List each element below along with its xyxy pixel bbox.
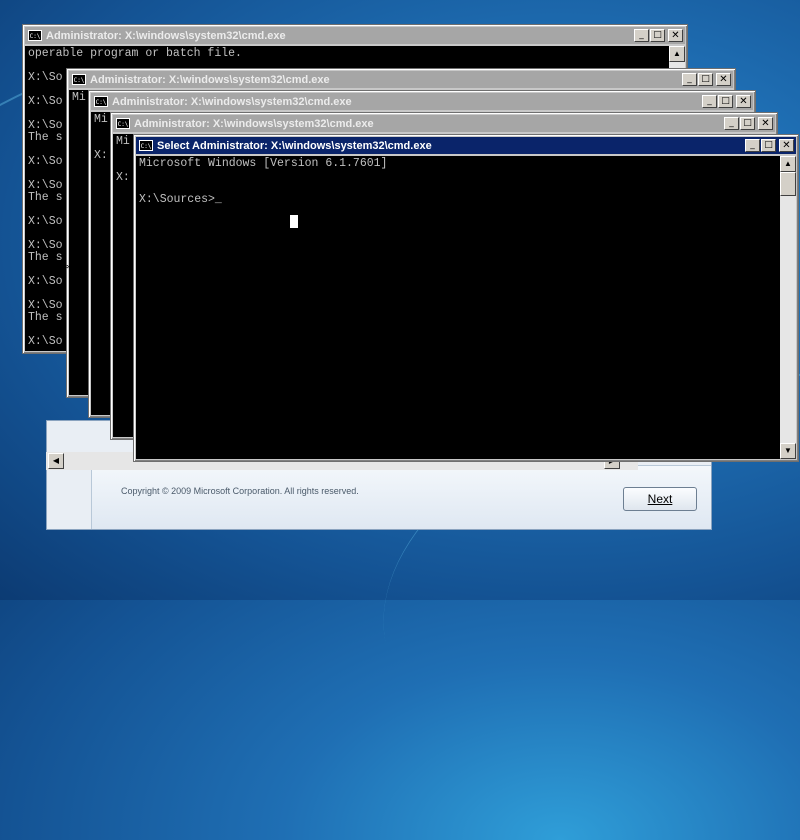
title-bar[interactable]: C:\ Administrator: X:\windows\system32\c…: [69, 71, 733, 88]
window-title: Administrator: X:\windows\system32\cmd.e…: [46, 29, 286, 42]
console-output[interactable]: Microsoft Windows [Version 6.1.7601] X:\…: [136, 156, 780, 459]
resize-horizontal-cursor-icon: ⇔: [58, 257, 72, 273]
maximize-icon[interactable]: □: [698, 73, 713, 86]
close-icon[interactable]: ✕: [779, 139, 794, 152]
scroll-up-arrow-icon[interactable]: ▲: [669, 46, 685, 62]
next-button-label: Next: [647, 492, 673, 506]
minimize-icon[interactable]: _: [702, 95, 717, 108]
close-icon[interactable]: ✕: [668, 29, 683, 42]
title-bar[interactable]: C:\ Administrator: X:\windows\system32\c…: [25, 27, 685, 44]
maximize-icon[interactable]: □: [761, 139, 776, 152]
cmd-window-icon: C:\: [139, 140, 153, 151]
title-bar[interactable]: C:\ Administrator: X:\windows\system32\c…: [91, 93, 753, 110]
close-icon[interactable]: ✕: [716, 73, 731, 86]
maximize-icon[interactable]: □: [740, 117, 755, 130]
cmd-window-active[interactable]: C:\ Select Administrator: X:\windows\sys…: [133, 134, 799, 462]
next-button[interactable]: Next: [623, 487, 697, 511]
scroll-down-arrow-icon[interactable]: ▼: [780, 443, 796, 459]
vertical-scrollbar[interactable]: ▲ ▼: [780, 156, 796, 459]
window-title: Administrator: X:\windows\system32\cmd.e…: [112, 95, 352, 108]
title-bar[interactable]: C:\ Administrator: X:\windows\system32\c…: [113, 115, 775, 132]
minimize-icon[interactable]: _: [724, 117, 739, 130]
cmd-window-icon: C:\: [116, 118, 130, 129]
window-title: Administrator: X:\windows\system32\cmd.e…: [134, 117, 374, 130]
maximize-icon[interactable]: □: [718, 95, 733, 108]
console-text: Microsoft Windows [Version 6.1.7601] X:\…: [139, 157, 388, 206]
close-icon[interactable]: ✕: [758, 117, 773, 130]
setup-dialog-panel: [91, 465, 711, 529]
cmd-window-icon: C:\: [72, 74, 86, 85]
window-title: Select Administrator: X:\windows\system3…: [157, 139, 432, 152]
minimize-icon[interactable]: _: [682, 73, 697, 86]
window-title: Administrator: X:\windows\system32\cmd.e…: [90, 73, 330, 86]
minimize-icon[interactable]: _: [634, 29, 649, 42]
scroll-up-arrow-icon[interactable]: ▲: [780, 156, 796, 172]
maximize-icon[interactable]: □: [650, 29, 665, 42]
cmd-window-icon: C:\: [28, 30, 42, 41]
scroll-thumb[interactable]: [780, 172, 796, 196]
cmd-window-icon: C:\: [94, 96, 108, 107]
copyright-text: Copyright © 2009 Microsoft Corporation. …: [121, 486, 359, 496]
minimize-icon[interactable]: _: [745, 139, 760, 152]
close-icon[interactable]: ✕: [736, 95, 751, 108]
scroll-left-arrow-icon[interactable]: ◀: [48, 453, 64, 469]
text-block-cursor: [290, 215, 298, 228]
title-bar[interactable]: C:\ Select Administrator: X:\windows\sys…: [136, 137, 796, 154]
